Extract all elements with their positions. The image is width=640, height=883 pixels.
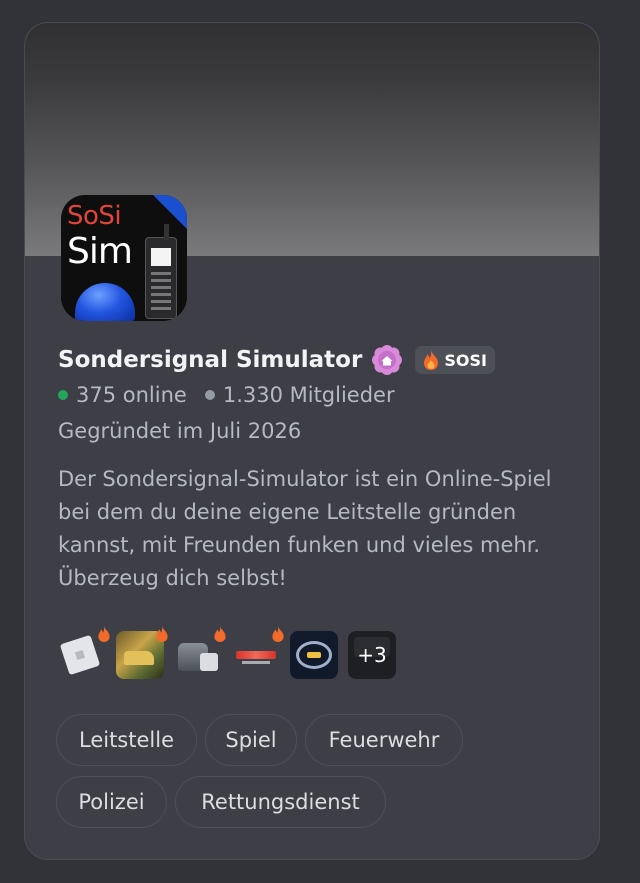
radio-icon xyxy=(145,224,177,319)
online-count: 375 online xyxy=(76,383,187,407)
server-tag[interactable]: SOSI xyxy=(415,346,495,374)
more-games-count: +3 xyxy=(357,643,387,667)
server-description: Der Sondersignal-Simulator ist ein Onlin… xyxy=(58,467,552,590)
logo-text-sim: Sim xyxy=(67,231,133,272)
flame-icon xyxy=(272,626,284,642)
logo-corner xyxy=(153,195,187,229)
members-dot xyxy=(204,390,215,400)
games-row: +3 xyxy=(58,626,396,679)
flame-icon xyxy=(156,626,168,642)
server-logo: SoSi Sim xyxy=(61,195,187,321)
server-card[interactable]: SoSi Sim Sondersignal Simulator SOSI 375… xyxy=(24,22,600,860)
tag-chip-feuerwehr[interactable]: Feuerwehr xyxy=(305,714,463,766)
member-count: 1.330 Mitglieder xyxy=(222,383,395,407)
logo-text-sosi: SoSi xyxy=(67,201,122,231)
racing-game-icon[interactable] xyxy=(232,626,284,679)
flame-icon xyxy=(98,626,110,642)
tag-chip-leitstelle[interactable]: Leitstelle xyxy=(56,714,197,766)
online-status-dot xyxy=(58,390,68,400)
server-title-row: Sondersignal Simulator SOSI xyxy=(58,343,495,377)
tag-chip-rettungsdienst[interactable]: Rettungsdienst xyxy=(175,776,386,828)
emblem-game-icon[interactable] xyxy=(290,631,338,679)
server-icon: SoSi Sim xyxy=(61,195,187,321)
server-tag-label: SOSI xyxy=(444,350,487,370)
server-stats: 375 online 1.330 Mitglieder xyxy=(58,383,395,407)
siren-icon xyxy=(75,283,135,321)
truck-sim-game-icon[interactable] xyxy=(174,626,226,679)
rally-car-game-icon[interactable] xyxy=(116,626,168,679)
more-games-button[interactable]: +3 xyxy=(348,631,396,679)
flame-icon xyxy=(421,349,441,371)
tag-chip-spiel[interactable]: Spiel xyxy=(205,714,297,766)
flower-badge-icon[interactable] xyxy=(371,344,403,376)
server-name: Sondersignal Simulator xyxy=(58,347,363,373)
founded-date: Gegründet im Juli 2026 xyxy=(58,419,302,443)
roblox-game-icon[interactable] xyxy=(58,626,110,679)
tag-chip-polizei[interactable]: Polizei xyxy=(56,776,167,828)
flame-icon xyxy=(214,626,226,642)
